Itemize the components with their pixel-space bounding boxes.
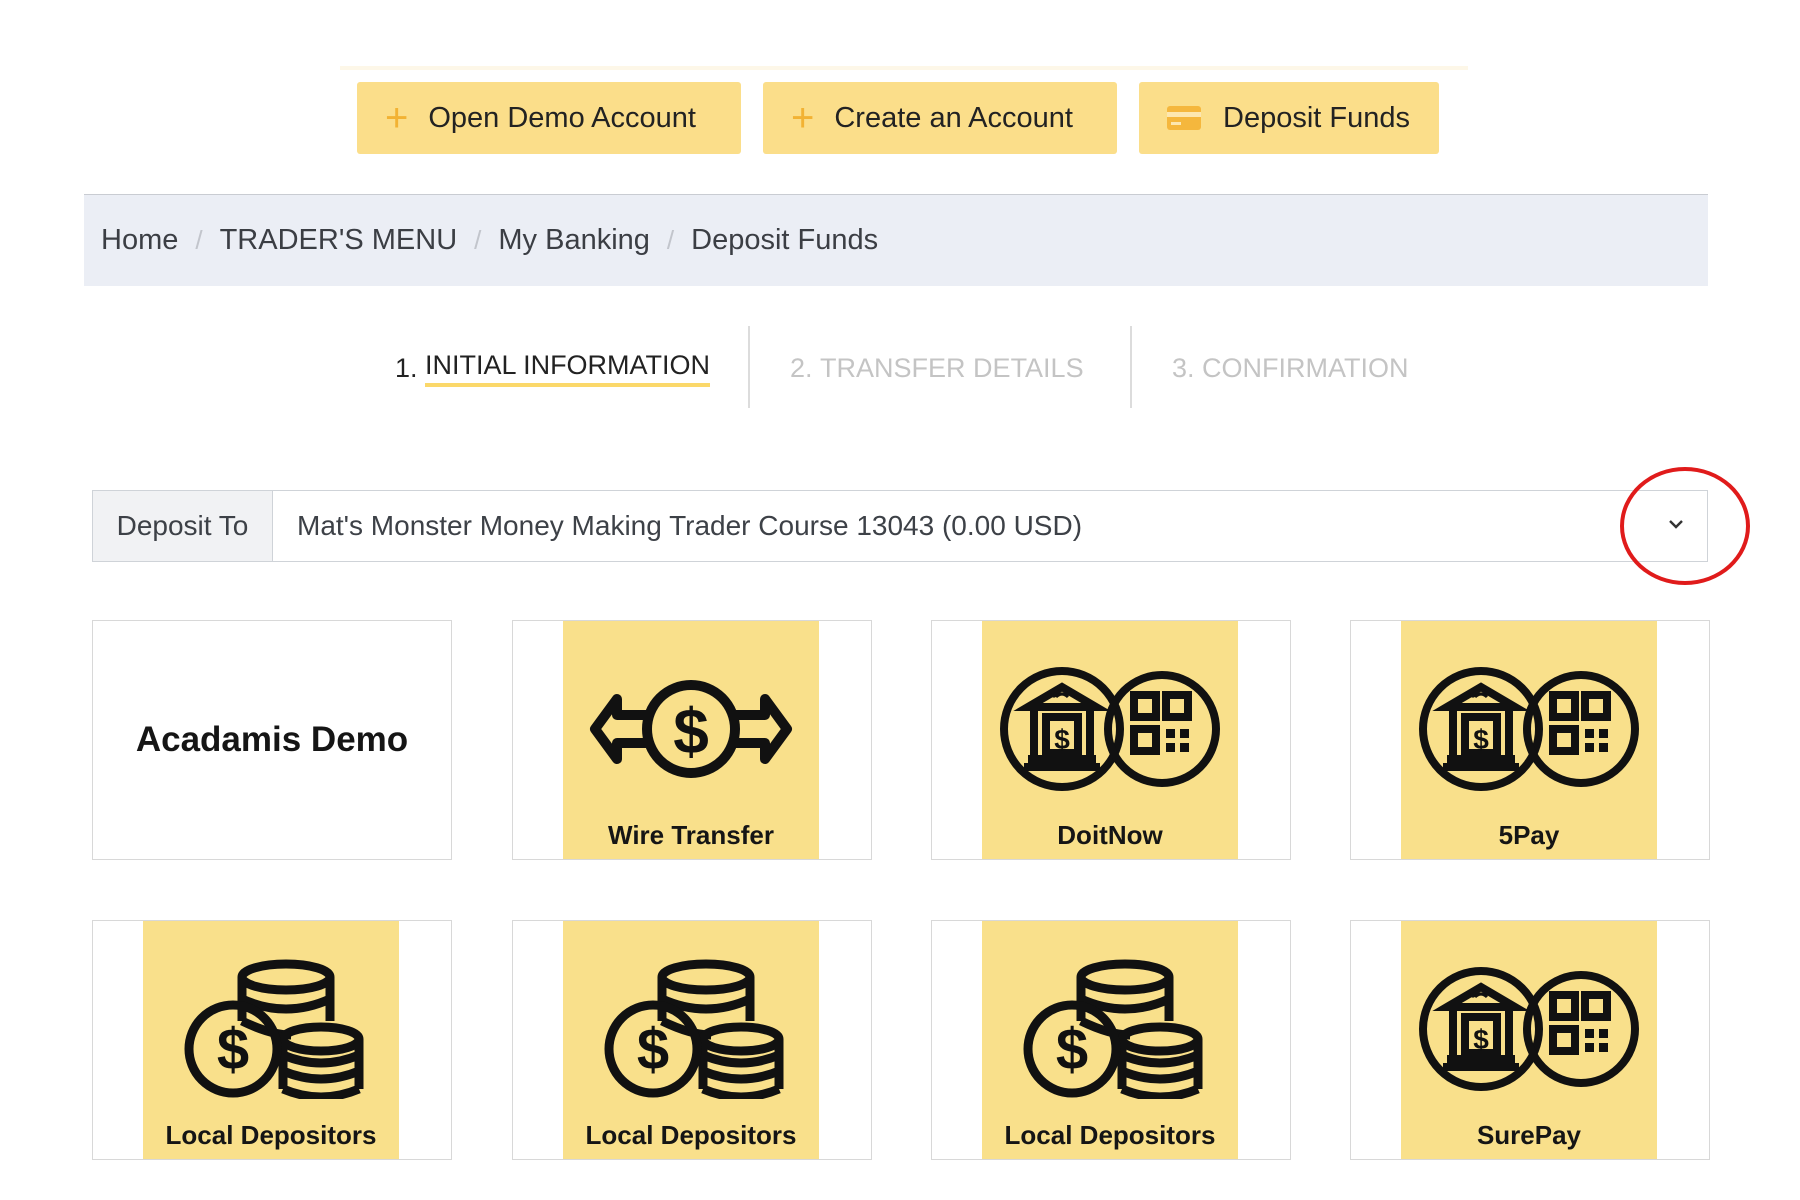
tile-background: DoitNow — [982, 621, 1238, 859]
deposit-to-label: Deposit To — [93, 491, 273, 561]
step-divider — [1130, 326, 1132, 408]
tile-background: Wire Transfer — [563, 621, 819, 859]
deposit-funds-label: Deposit Funds — [1223, 101, 1410, 134]
credit-card-icon — [1167, 106, 1201, 130]
deposit-funds-button[interactable]: Deposit Funds — [1139, 82, 1439, 154]
open-demo-account-button[interactable]: + Open Demo Account — [357, 82, 741, 154]
open-demo-account-label: Open Demo Account — [428, 101, 696, 134]
step-label: CONFIRMATION — [1202, 352, 1409, 383]
step-number: 2. — [790, 352, 813, 383]
payment-method-local-depositors[interactable]: Local Depositors — [931, 920, 1291, 1160]
coins-icon — [586, 959, 796, 1099]
payment-method-title: SurePay — [1476, 1120, 1582, 1150]
payment-method-surepay[interactable]: SurePay — [1350, 920, 1710, 1160]
step-transfer-details: 2. TRANSFER DETAILS — [790, 326, 1084, 410]
plus-icon: + — [385, 96, 409, 140]
deposit-to-select[interactable]: Mat's Monster Money Making Trader Course… — [273, 491, 1707, 561]
action-bar: + Open Demo Account + Create an Account … — [357, 82, 1439, 154]
step-label: INITIAL INFORMATION — [425, 350, 711, 387]
payment-method-title: DoitNow — [1057, 820, 1163, 850]
payment-method-title: Local Depositors — [585, 1120, 797, 1150]
payment-method-title: Local Depositors — [1004, 1120, 1216, 1150]
step-divider — [748, 326, 750, 408]
payment-method-acadamis-demo[interactable]: Acadamis Demo — [92, 620, 452, 860]
payment-method-wire-transfer[interactable]: Wire Transfer — [512, 620, 872, 860]
step-number: 3. — [1172, 352, 1195, 383]
bank-qr-icon — [1000, 659, 1220, 799]
plus-icon: + — [791, 96, 815, 140]
create-account-label: Create an Account — [834, 101, 1073, 134]
payment-method-title: Acadamis Demo — [135, 720, 409, 759]
tile-background: Local Depositors — [563, 921, 819, 1159]
tile-background: SurePay — [1401, 921, 1657, 1159]
breadcrumb-current: Deposit Funds — [691, 224, 879, 256]
payment-method-doitnow[interactable]: DoitNow — [931, 620, 1291, 860]
deposit-to-selected-value: Mat's Monster Money Making Trader Course… — [297, 510, 1083, 541]
bank-qr-icon — [1419, 659, 1639, 799]
step-confirmation: 3. CONFIRMATION — [1172, 326, 1409, 410]
tile-background: Local Depositors — [982, 921, 1238, 1159]
create-account-button[interactable]: + Create an Account — [763, 82, 1117, 154]
payment-method-title: 5Pay — [1498, 820, 1560, 850]
tile-background: 5Pay — [1401, 621, 1657, 859]
breadcrumb-separator: / — [666, 225, 675, 255]
payment-method-title: Wire Transfer — [608, 820, 774, 850]
top-divider — [340, 66, 1468, 70]
deposit-to-group: Deposit To Mat's Monster Money Making Tr… — [92, 490, 1708, 562]
breadcrumb-separator: / — [474, 225, 482, 255]
wire-transfer-icon — [586, 659, 796, 799]
coins-icon — [1005, 959, 1215, 1099]
step-number: 1. — [395, 352, 418, 383]
step-initial-information: 1. INITIAL INFORMATION — [395, 326, 711, 410]
payment-method-5pay[interactable]: 5Pay — [1350, 620, 1710, 860]
coins-icon — [166, 959, 376, 1099]
step-label: TRANSFER DETAILS — [820, 352, 1084, 383]
breadcrumb-home[interactable]: Home — [101, 224, 178, 257]
wizard-steps: 1. INITIAL INFORMATION 2. TRANSFER DETAI… — [0, 326, 1800, 410]
breadcrumb: Home / TRADER'S MENU / My Banking / Depo… — [84, 194, 1708, 286]
highlight-circle — [1620, 467, 1750, 585]
bank-qr-icon — [1419, 959, 1639, 1099]
breadcrumb-separator: / — [195, 225, 203, 255]
tile-background: Local Depositors — [143, 921, 399, 1159]
breadcrumb-traders-menu[interactable]: TRADER'S MENU — [220, 224, 458, 257]
payment-method-local-depositors[interactable]: Local Depositors — [512, 920, 872, 1160]
payment-method-title: Local Depositors — [165, 1120, 377, 1150]
breadcrumb-my-banking[interactable]: My Banking — [498, 224, 650, 257]
payment-method-local-depositors[interactable]: Local Depositors — [92, 920, 452, 1160]
